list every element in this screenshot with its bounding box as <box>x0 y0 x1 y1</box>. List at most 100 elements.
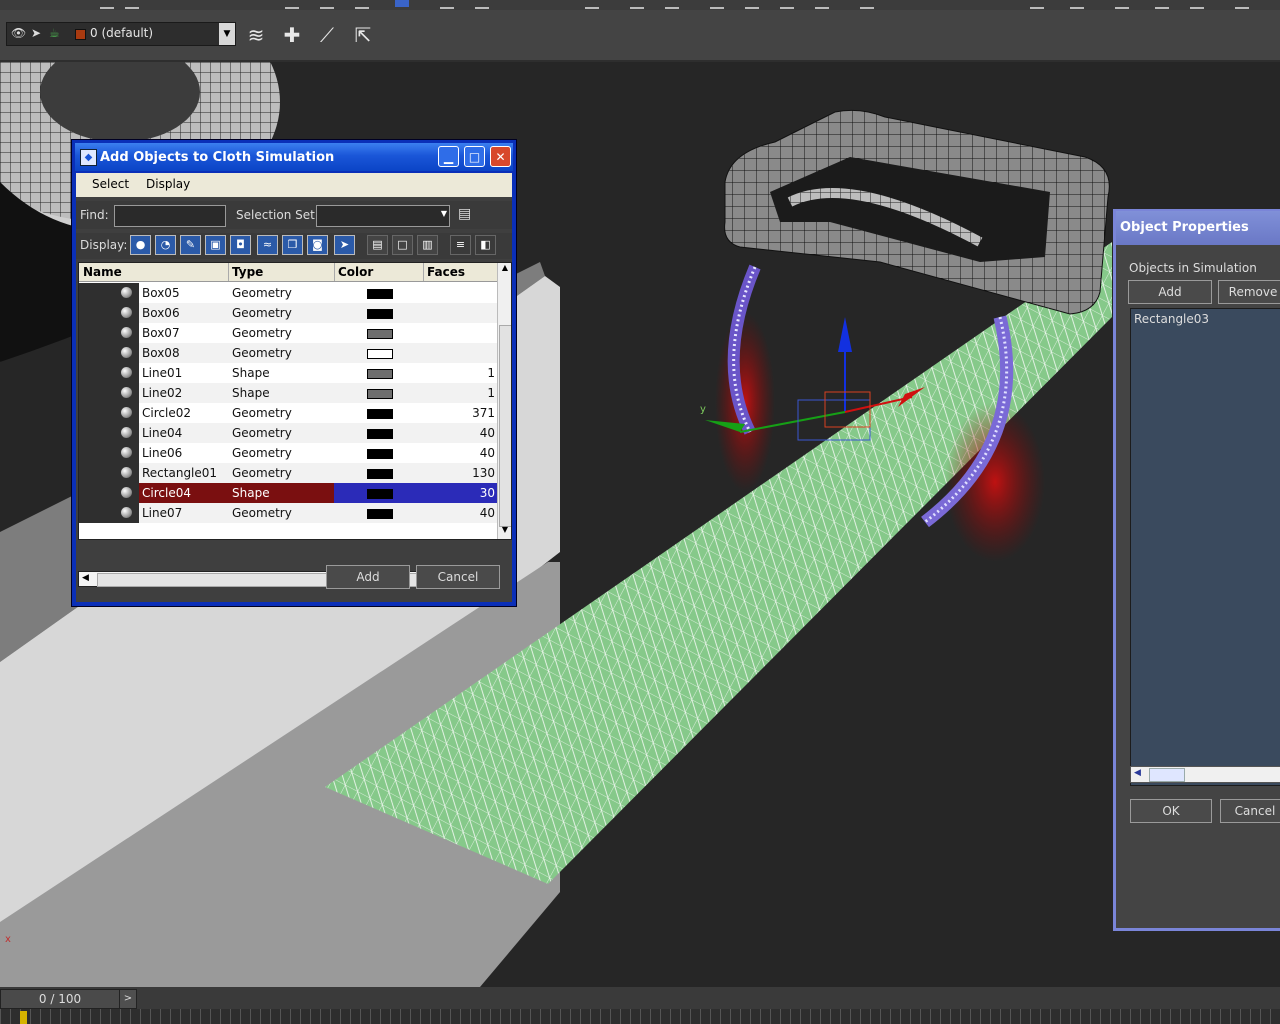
next-frame-button[interactable]: > <box>119 989 137 1009</box>
light-filter-icon[interactable]: ✎ <box>180 235 201 255</box>
close-button[interactable]: ✕ <box>490 146 511 167</box>
toolbar-icon[interactable] <box>1070 0 1084 9</box>
cancel-button[interactable]: Cancel <box>416 565 500 589</box>
toolbar-icon[interactable] <box>1115 0 1129 9</box>
layer-dropdown[interactable]: 👁 ➤ ☕ 0 (default) ▼ <box>6 22 236 46</box>
cursor-icon[interactable]: ➤ <box>31 26 41 40</box>
simulation-object-list[interactable]: Rectangle03 <box>1130 308 1280 786</box>
helper-filter-icon[interactable]: ◘ <box>230 235 251 255</box>
add-objects-button[interactable]: Add Objects... <box>1128 280 1212 321</box>
display-influences-icon[interactable]: ◧ <box>475 235 496 255</box>
toolbar-icon[interactable] <box>815 0 829 9</box>
toolbar-icon[interactable] <box>285 0 299 9</box>
table-row[interactable]: Line02 Shape 1 <box>79 383 497 403</box>
xref-filter-icon[interactable]: ◙ <box>307 235 328 255</box>
row-name: Line01 <box>142 366 183 380</box>
scroll-left-icon[interactable]: ◀ <box>82 573 89 583</box>
spacewarp-filter-icon[interactable]: ≈ <box>257 235 278 255</box>
create-layer-icon[interactable]: ✚ <box>279 22 305 48</box>
display-all-icon[interactable]: ▤ <box>367 235 388 255</box>
selection-set-dropdown[interactable]: ▼ <box>316 205 450 227</box>
row-faces: 130 <box>472 466 495 480</box>
column-color[interactable]: Color <box>338 265 373 279</box>
toolbar-icon[interactable] <box>125 0 139 9</box>
table-row[interactable]: Line01 Shape 1 <box>79 363 497 383</box>
maximize-button[interactable]: □ <box>464 146 485 167</box>
bone-filter-icon[interactable]: ➤ <box>334 235 355 255</box>
selection-set-edit-icon[interactable]: ▤ <box>458 206 471 222</box>
cancel-button[interactable]: Cancel <box>1220 799 1280 823</box>
select-layer-icon[interactable]: ⇱ <box>350 22 376 48</box>
table-row[interactable]: Circle02 Geometry 371 <box>79 403 497 423</box>
time-marker[interactable] <box>20 1011 27 1024</box>
track-bar[interactable] <box>0 1009 1280 1024</box>
camera-filter-icon[interactable]: ▣ <box>205 235 226 255</box>
column-type[interactable]: Type <box>232 265 263 279</box>
objects-in-simulation-label: Objects in Simulation <box>1129 261 1257 275</box>
display-subtree-icon[interactable]: ≡ <box>450 235 471 255</box>
toolbar-icon[interactable] <box>745 0 759 9</box>
row-type: Geometry <box>232 346 292 360</box>
table-row[interactable]: Rectangle01 Geometry 130 <box>79 463 497 483</box>
group-filter-icon[interactable]: ❐ <box>282 235 303 255</box>
add-button[interactable]: Add <box>326 565 410 589</box>
table-row[interactable]: Line04 Geometry 40 <box>79 423 497 443</box>
shape-filter-icon[interactable]: ◔ <box>155 235 176 255</box>
geometry-filter-icon[interactable]: ● <box>130 235 151 255</box>
add-to-layer-icon[interactable]: ⟋ <box>314 22 340 48</box>
toolbar-icon[interactable] <box>665 0 679 9</box>
teapot-icon[interactable]: ☕ <box>49 26 60 40</box>
column-faces[interactable]: Faces <box>427 265 465 279</box>
table-row[interactable]: Line07 Geometry 40 <box>79 503 497 523</box>
vertical-scrollbar[interactable]: ▲ ▼ <box>497 263 511 539</box>
toolbar-icon[interactable] <box>1235 0 1249 9</box>
ok-button[interactable]: OK <box>1130 799 1212 823</box>
toolbar-icon[interactable] <box>100 0 114 9</box>
table-row[interactable]: Box07 Geometry <box>79 323 497 343</box>
display-invert-icon[interactable]: ▥ <box>417 235 438 255</box>
table-row[interactable]: Box08 Geometry <box>79 343 497 363</box>
layer-color-swatch[interactable] <box>75 29 86 40</box>
table-row[interactable]: Circle04 Shape 30 <box>79 483 497 503</box>
toolbar-icon[interactable] <box>320 0 334 9</box>
display-none-icon[interactable]: □ <box>392 235 413 255</box>
object-list[interactable]: Name Type Color Faces Box05 Geometry Box06… <box>78 262 512 540</box>
list-item[interactable]: Rectangle03 <box>1134 312 1209 326</box>
scroll-left-icon[interactable]: ◀ <box>1134 768 1141 778</box>
toolbar-icon[interactable] <box>630 0 644 9</box>
props-horizontal-scrollbar[interactable]: ◀ <box>1130 766 1280 783</box>
remove-button[interactable]: Remove <box>1218 280 1280 304</box>
menu-display[interactable]: Display <box>146 177 190 191</box>
eye-icon[interactable]: 👁 <box>11 26 26 40</box>
scroll-down-icon[interactable]: ▼ <box>499 525 511 539</box>
chevron-down-icon[interactable]: ▼ <box>219 23 235 45</box>
row-color-swatch <box>367 329 393 339</box>
toolbar-icon[interactable] <box>1030 0 1044 9</box>
layer-manager-icon[interactable]: ≋ <box>243 22 269 48</box>
scroll-up-icon[interactable]: ▲ <box>499 263 511 277</box>
toolbar-icon[interactable] <box>1190 0 1204 9</box>
dialog-titlebar[interactable]: ◆ Add Objects to Cloth Simulation ▁ □ ✕ <box>75 143 513 171</box>
sphere-icon <box>121 467 132 478</box>
toolbar-icon[interactable] <box>710 0 724 9</box>
toolbar-icon[interactable] <box>355 0 369 9</box>
toolbar-icon[interactable] <box>1155 0 1169 9</box>
toolbar-icon[interactable] <box>585 0 599 9</box>
scroll-thumb[interactable] <box>499 325 511 527</box>
table-row[interactable]: Box05 Geometry <box>79 283 497 303</box>
toolbar-icon[interactable] <box>475 0 489 9</box>
time-slider[interactable]: 0 / 100 <box>0 989 120 1009</box>
minimize-button[interactable]: ▁ <box>438 146 459 167</box>
column-name[interactable]: Name <box>83 265 122 279</box>
toolbar-icon[interactable] <box>860 0 874 9</box>
table-row[interactable]: Box06 Geometry <box>79 303 497 323</box>
toolbar-icon[interactable] <box>780 0 794 9</box>
menu-select[interactable]: Select <box>92 177 129 191</box>
table-row[interactable]: Line06 Geometry 40 <box>79 443 497 463</box>
toolbar-icon[interactable] <box>440 0 454 9</box>
props-titlebar[interactable]: Object Properties <box>1116 211 1280 245</box>
time-slider-bar: 0 / 100 > <box>0 987 1280 1024</box>
find-input[interactable] <box>114 205 226 227</box>
toolbar-icon-active[interactable] <box>395 0 409 7</box>
hscroll-thumb[interactable] <box>1149 768 1185 782</box>
